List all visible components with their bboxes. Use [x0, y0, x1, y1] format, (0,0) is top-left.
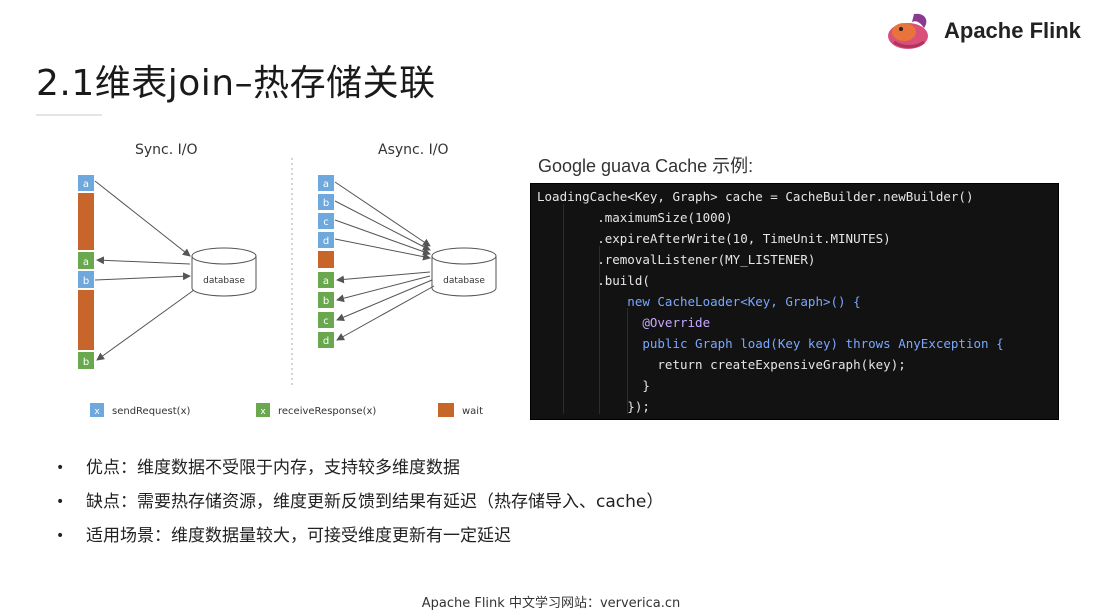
bullet-text: 优点：维度数据不受限于内存，支持较多维度数据: [86, 458, 460, 478]
bullet-dot: •: [56, 460, 65, 476]
async-send-d-label: d: [323, 236, 329, 247]
async-wait: [318, 251, 334, 268]
code-line: return createExpensiveGraph(key);: [537, 357, 906, 372]
squirrel-logo-icon: [888, 13, 928, 49]
code-line: .maximumSize(1000): [537, 210, 733, 225]
sync-timeline: a a b b: [78, 175, 94, 369]
footer-text: Apache Flink 中文学习网站：ververica.cn: [421, 596, 681, 611]
async-receive-d-label: d: [323, 336, 329, 347]
async-arrows: [334, 181, 435, 341]
code-block: LoadingCache<Key, Graph> cache = CacheBu…: [530, 183, 1059, 420]
sync-database-label: database: [203, 276, 245, 286]
async-send-b-label: b: [323, 198, 329, 209]
code-line: .removalListener(MY_LISTENER): [537, 252, 816, 267]
logo-text: Apache Flink: [944, 18, 1081, 43]
bullet-dot: •: [56, 528, 65, 544]
legend-receive-key: x: [260, 407, 266, 417]
sync-send-b-label: b: [83, 276, 89, 287]
code-line: public Graph load(Key key) throws AnyExc…: [537, 336, 1004, 351]
sync-async-io-diagram: Sync. I/O Async. I/O a a b b database a …: [78, 142, 497, 417]
legend-wait-label: wait: [462, 406, 483, 417]
apache-flink-logo: Apache Flink: [884, 8, 1094, 52]
legend-send-key: x: [94, 407, 100, 417]
code-line: @Override: [537, 315, 711, 330]
async-receive-a-label: a: [323, 276, 329, 287]
sync-io-title: Sync. I/O: [135, 142, 198, 158]
async-database-icon: [431, 247, 497, 297]
title-underline: [36, 114, 102, 116]
slide-title: 2.1维表join–热存储关联: [36, 63, 436, 104]
sync-wait-1: [78, 193, 94, 250]
code-line: new CacheLoader<Key, Graph>() {: [537, 294, 861, 309]
sync-arrows: [94, 180, 195, 361]
diagram-legend: x sendRequest(x) x receiveResponse(x) wa…: [90, 403, 483, 417]
async-send-c-label: c: [323, 217, 329, 228]
async-io-title: Async. I/O: [378, 142, 449, 158]
sync-send-a-label: a: [83, 179, 89, 190]
bullet-text: 缺点：需要热存储资源，维度更新反馈到结果有延迟（热存储导入、cache）: [86, 492, 664, 512]
bullet-text: 适用场景：维度数据量较大，可接受维度更新有一定延迟: [86, 526, 511, 546]
legend-send-label: sendRequest(x): [112, 406, 190, 417]
async-send-a-label: a: [323, 179, 329, 190]
cache-example-label: Google guava Cache 示例:: [538, 156, 754, 176]
async-receive-c-label: c: [323, 316, 329, 327]
code-line: .expireAfterWrite(10, TimeUnit.MINUTES): [537, 231, 891, 246]
code-line: });: [537, 399, 650, 414]
code-line: }: [537, 378, 650, 393]
async-timeline: a b c d a b c d: [318, 175, 334, 348]
async-receive-b-label: b: [323, 296, 329, 307]
sync-receive-b-label: b: [83, 357, 89, 368]
code-line: .build(: [537, 273, 650, 288]
code-line: LoadingCache<Key, Graph> cache = CacheBu…: [537, 189, 974, 204]
bullet-dot: •: [56, 494, 65, 510]
sync-database-icon: [191, 247, 257, 297]
sync-wait-2: [78, 290, 94, 350]
sync-receive-a-label: a: [83, 257, 89, 268]
legend-wait-swatch: [438, 403, 454, 417]
async-database-label: database: [443, 276, 485, 286]
legend-receive-label: receiveResponse(x): [278, 406, 376, 417]
